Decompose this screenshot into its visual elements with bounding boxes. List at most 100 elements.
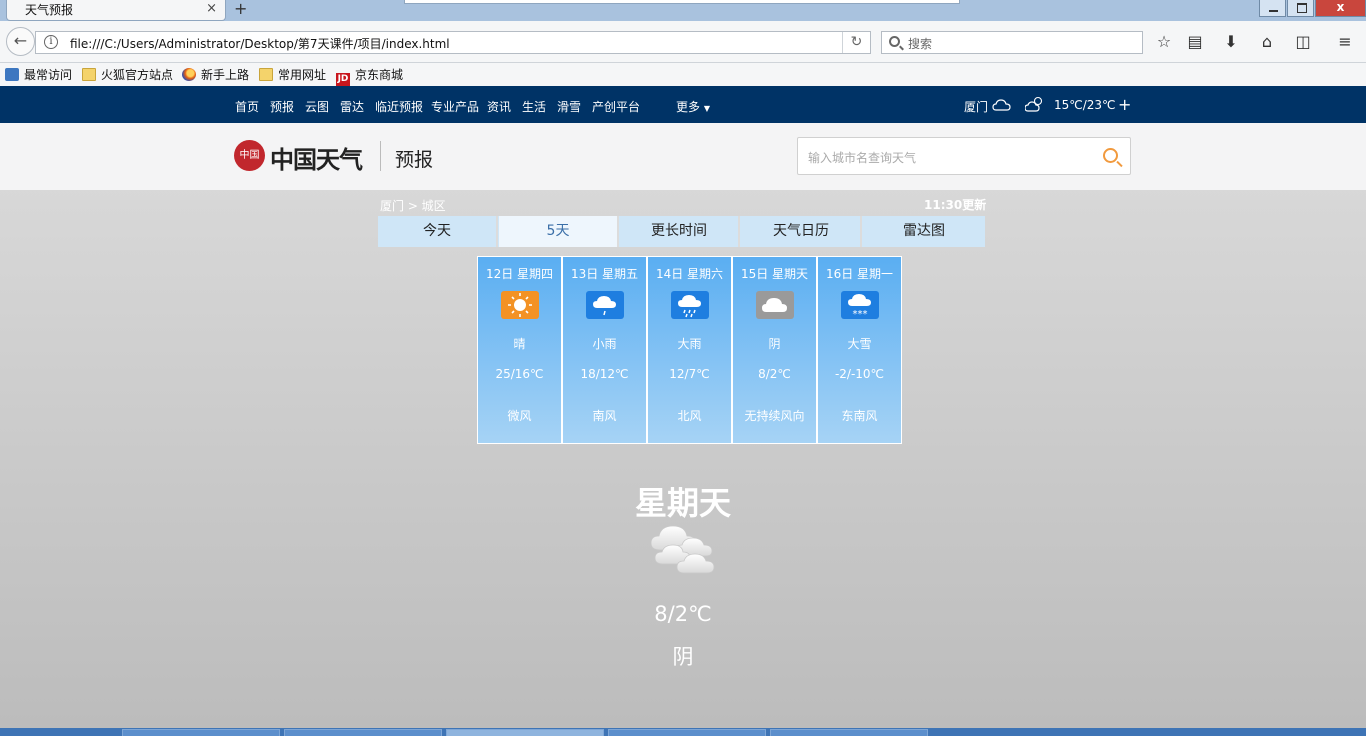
address-bar[interactable]: i file:///C:/Users/Administrator/Desktop… [35,31,871,54]
search-icon[interactable] [1103,148,1118,163]
bookmarks-menu-icon[interactable]: ▤ [1185,32,1205,52]
nav-item-radar[interactable]: 雷达 [340,98,364,115]
forecast-card[interactable]: 13日 星期五 小雨 18/12℃ 南风 [562,256,647,444]
taskbar-item[interactable] [284,729,442,736]
selected-temp: 8/2℃ [654,602,712,626]
minimize-button[interactable] [1259,0,1286,17]
site-header: 中国 中国天气 预报 输入城市名查询天气 [0,123,1366,190]
forecast-weather: 大雪 [847,337,872,351]
forecast-date: 12日 星期四 [485,267,554,281]
overcast-icon [756,291,794,319]
browser-navbar: ← i file:///C:/Users/Administrator/Deskt… [0,21,1366,63]
search-icon [889,36,900,47]
browser-tab[interactable]: 天气预报 × [6,0,226,21]
forecast-date: 15日 星期天 [740,267,809,281]
cloud-icon [992,99,1011,111]
view-tabs: 今天 5天 更长时间 天气日历 雷达图 [378,216,985,247]
update-time: 11:30更新 [924,198,987,212]
forecast-wind: 微风 [507,409,532,423]
forecast-temp: 25/16℃ [495,367,544,381]
nav-item-nowcast[interactable]: 临近预报 [375,98,423,115]
bookmark-firefox-site[interactable]: 火狐官方站点 [82,66,173,84]
forecast-card[interactable]: 16日 星期一 *** 大雪 -2/-10℃ 东南风 [817,256,902,444]
forecast-wind: 东南风 [841,409,878,423]
forecast-weather: 小雨 [592,337,617,351]
header-divider [380,141,381,171]
chevron-down-icon: ▼ [703,104,710,113]
forecast-card[interactable]: 14日 星期六 大雨 12/7℃ 北风 [647,256,732,444]
nav-city[interactable]: 厦门 [964,98,988,115]
logo-seal: 中国 [234,140,265,171]
forecast-temp: 8/2℃ [758,367,791,381]
most-visited-icon [5,68,19,81]
overcast-clouds-icon [650,525,715,574]
reload-button[interactable]: ↻ [842,32,870,53]
taskbar-item[interactable] [608,729,766,736]
heavy-rain-icon [671,291,709,319]
heavy-snow-icon: *** [841,291,879,319]
home-icon[interactable]: ⌂ [1257,32,1277,52]
taskbar-item[interactable] [122,729,280,736]
partly-cloudy-icon [1025,96,1043,112]
tab-longer[interactable]: 更长时间 [620,216,740,247]
tab-radar[interactable]: 雷达图 [864,216,984,247]
maximize-button[interactable] [1287,0,1314,17]
nav-item-life[interactable]: 生活 [522,98,546,115]
bookmark-getting-started[interactable]: 新手上路 [182,66,249,84]
forecast-date: 16日 星期一 [825,267,894,281]
nav-item-news[interactable]: 资讯 [487,98,511,115]
nav-item-platform[interactable]: 产创平台 [592,98,640,115]
folder-icon [259,68,273,81]
forecast-card[interactable]: 12日 星期四 晴 25/16℃ 微风 [477,256,562,444]
jd-icon: JD [336,73,350,86]
pocket-icon[interactable]: ◫ [1293,32,1313,52]
search-input[interactable]: 搜索 [881,31,1143,54]
bookmark-most-visited[interactable]: 最常访问 [5,66,72,84]
nav-more[interactable]: 更多 ▼ [676,98,710,115]
tab-strip: 天气预报 × + x [0,0,1366,21]
forecast-wind: 无持续风向 [744,409,805,423]
url-text[interactable]: file:///C:/Users/Administrator/Desktop/第… [70,35,450,52]
add-city-button[interactable]: + [1118,95,1131,114]
forecast-cards: 12日 星期四 晴 25/16℃ 微风 13日 星期五 小雨 18/12℃ 南风… [477,256,903,444]
os-taskbar [0,728,1366,736]
search-placeholder: 搜索 [908,37,933,51]
bookmark-star-icon[interactable]: ☆ [1154,32,1174,52]
selected-day: 星期天 [634,484,731,522]
tab-strip-strip [404,0,960,4]
nav-item-home[interactable]: 首页 [235,98,259,115]
nav-item-ski[interactable]: 滑雪 [557,98,581,115]
city-search-input[interactable]: 输入城市名查询天气 [797,137,1131,175]
tab-close-icon[interactable]: × [206,1,217,16]
nav-item-cloud[interactable]: 云图 [305,98,329,115]
forecast-temp: 18/12℃ [580,367,629,381]
sunny-icon [501,291,539,319]
header-subtitle: 预报 [395,149,434,171]
menu-icon[interactable]: ≡ [1335,32,1355,52]
nav-item-forecast[interactable]: 预报 [270,98,294,115]
forecast-weather: 大雨 [677,337,702,351]
breadcrumb[interactable]: 厦门 > 城区 [380,197,446,214]
forecast-date: 13日 星期五 [570,267,639,281]
tab-calendar[interactable]: 天气日历 [742,216,862,247]
forecast-card[interactable]: 15日 星期天 阴 8/2℃ 无持续风向 [732,256,817,444]
bookmark-jd[interactable]: JD 京东商城 [336,66,403,86]
nav-temp: 15℃/23℃ [1054,98,1116,112]
new-tab-button[interactable]: + [234,0,247,18]
taskbar-item[interactable] [446,729,604,736]
logo-text[interactable]: 中国天气 [270,140,363,175]
firefox-icon [182,68,196,81]
forecast-date: 14日 星期六 [655,267,724,281]
info-icon[interactable]: i [44,35,58,49]
download-icon[interactable]: ⬇ [1221,32,1241,52]
back-button[interactable]: ← [6,27,35,56]
taskbar-item[interactable] [770,729,928,736]
window-close-button[interactable]: x [1315,0,1366,17]
light-rain-icon [586,291,624,319]
tab-5days[interactable]: 5天 [499,216,619,247]
tab-today[interactable]: 今天 [378,216,498,247]
folder-icon [82,68,96,81]
svg-text:***: *** [853,309,868,319]
nav-item-products[interactable]: 专业产品 [431,98,479,115]
bookmark-common-sites[interactable]: 常用网址 [259,66,326,84]
